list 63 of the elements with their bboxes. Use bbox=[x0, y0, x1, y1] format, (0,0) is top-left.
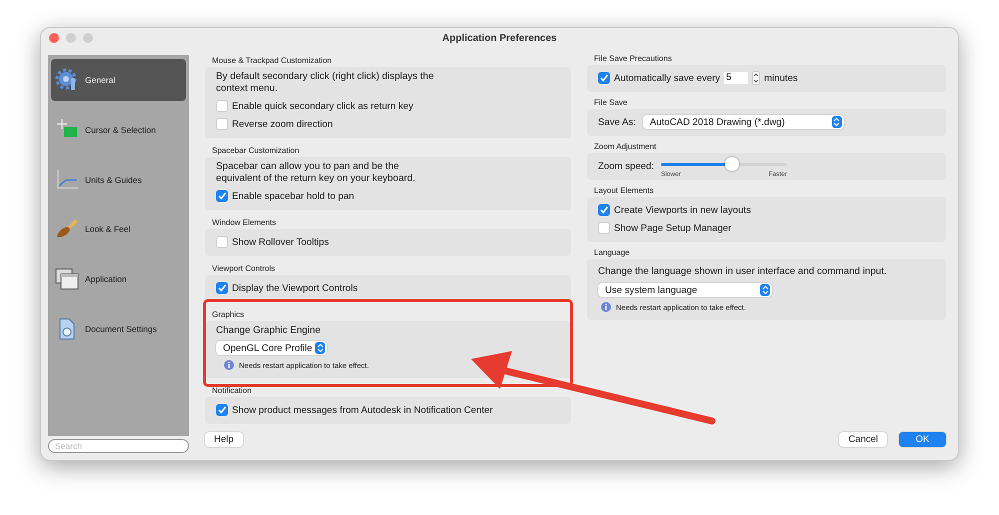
dropdown[interactable]: Use system language bbox=[598, 283, 772, 297]
checkbox-label: Show Rollover Tooltips bbox=[232, 236, 329, 248]
number-field[interactable]: 5 bbox=[724, 72, 748, 84]
section-title: Layout Elements bbox=[593, 185, 655, 197]
sidebar-item[interactable]: Cursor & Selection bbox=[51, 108, 186, 151]
dropdown-arrows-icon bbox=[760, 284, 770, 296]
field-label: Zoom speed: bbox=[598, 160, 654, 172]
description-text: Spacebar can allow you to pan and be the equivalent of the return key on your keyboard. bbox=[216, 161, 416, 185]
checkbox-label: Show product messages from Autodesk in Notification Center bbox=[232, 404, 493, 416]
section-title: Notification bbox=[211, 385, 253, 397]
checkbox-label: Automatically save every bbox=[614, 72, 720, 84]
sidebar-item[interactable]: Units & Guides bbox=[51, 158, 186, 201]
info-icon bbox=[224, 360, 234, 370]
field-label: Save As: bbox=[598, 116, 636, 128]
stepper-icon bbox=[752, 71, 760, 85]
info-icon bbox=[601, 302, 611, 312]
search-field[interactable]: Search bbox=[48, 439, 189, 453]
slider-thumb[interactable] bbox=[724, 157, 739, 171]
section-title: Viewport Controls bbox=[211, 263, 276, 275]
windows-icon bbox=[55, 267, 79, 292]
sidebar-item[interactable]: Application bbox=[51, 258, 186, 300]
sidebar-item[interactable]: Look & Feel bbox=[51, 208, 186, 250]
checkbox[interactable] bbox=[216, 190, 228, 202]
description-text: Change the language shown in user interface and command input. bbox=[598, 266, 888, 278]
close-button[interactable] bbox=[49, 33, 59, 43]
sidebar-item[interactable]: General bbox=[51, 59, 186, 101]
ok-button[interactable]: OK bbox=[899, 432, 946, 447]
section-title: File Save bbox=[593, 97, 628, 109]
unit-label: minutes bbox=[764, 72, 798, 84]
checkbox[interactable] bbox=[598, 222, 610, 234]
checkbox[interactable] bbox=[216, 236, 228, 248]
checkbox[interactable] bbox=[216, 100, 228, 112]
dropdown-arrows-icon bbox=[315, 342, 325, 354]
checkbox-label: Reverse zoom direction bbox=[232, 118, 333, 130]
checkbox-label: Enable quick secondary click as return key bbox=[232, 100, 414, 112]
dropdown-arrows-icon bbox=[832, 116, 842, 128]
dropdown[interactable]: AutoCAD 2018 Drawing (*.dwg) bbox=[642, 115, 844, 129]
dropdown[interactable]: OpenGL Core Profile bbox=[216, 341, 327, 355]
checkbox[interactable] bbox=[216, 118, 228, 130]
description-text: Change Graphic Engine bbox=[216, 325, 322, 337]
zoom-button[interactable] bbox=[83, 33, 93, 43]
checkbox[interactable] bbox=[216, 282, 228, 294]
section-title: Zoom Adjustment bbox=[593, 141, 658, 153]
window-title: Application Preferences bbox=[442, 32, 557, 44]
section-title: Window Elements bbox=[211, 217, 278, 229]
section-title: Spacebar Customization bbox=[211, 145, 300, 157]
description-text: By default secondary click (right click) displays the context menu. bbox=[216, 71, 435, 95]
checkbox-label: Display the Viewport Controls bbox=[232, 282, 358, 294]
section-title: File Save Precautions bbox=[593, 53, 673, 65]
checkbox-label: Enable spacebar hold to pan bbox=[232, 190, 354, 202]
cancel-button[interactable]: Cancel bbox=[839, 432, 887, 447]
checkbox-label: Create Viewports in new layouts bbox=[614, 204, 751, 216]
section-title: Language bbox=[593, 247, 631, 259]
checkbox[interactable] bbox=[598, 72, 610, 84]
section-title: Mouse & Trackpad Customization bbox=[211, 55, 333, 67]
checkbox-label: Show Page Setup Manager bbox=[614, 222, 732, 234]
checkbox[interactable] bbox=[598, 204, 610, 216]
section-title: Graphics bbox=[211, 309, 246, 321]
checkbox[interactable] bbox=[216, 404, 228, 416]
sidebar-item[interactable]: Document Settings bbox=[51, 308, 186, 350]
help-button[interactable]: Help bbox=[205, 432, 243, 447]
minimize-button[interactable] bbox=[66, 33, 76, 43]
gear-icon bbox=[55, 68, 79, 92]
